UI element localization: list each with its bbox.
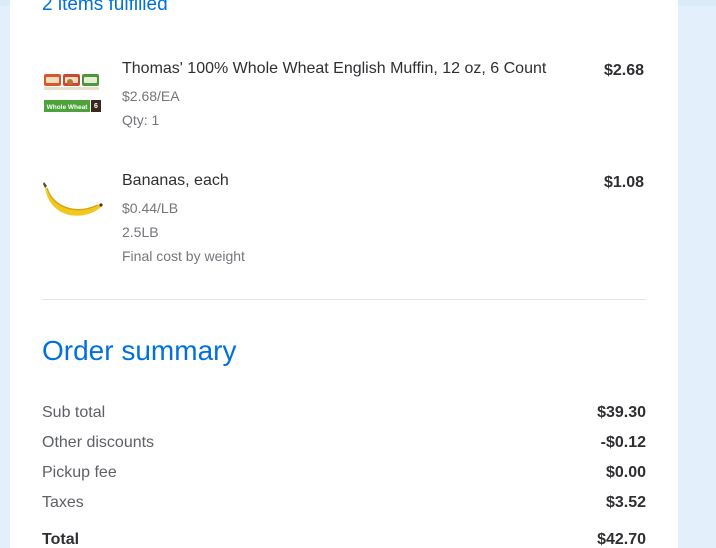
item-weight-note: Final cost by weight xyxy=(122,248,245,264)
summary-label: Taxes xyxy=(42,494,84,511)
section-divider xyxy=(42,299,646,300)
item-name[interactable]: Thomas' 100% Whole Wheat English Muffin,… xyxy=(122,59,546,79)
summary-row-taxes: Taxes $3.52 xyxy=(42,492,646,514)
summary-label: Other discounts xyxy=(42,434,155,451)
summary-value: $3.52 xyxy=(605,494,646,511)
summary-label: Pickup fee xyxy=(42,464,117,481)
total-value: $42.70 xyxy=(597,531,646,548)
item-unit-price: $0.44/LB xyxy=(122,200,179,216)
summary-value: $0.00 xyxy=(605,464,646,481)
summary-row-subtotal: Sub total $39.30 xyxy=(42,402,646,424)
item-weight: 2.5LB xyxy=(122,224,159,240)
summary-value: $39.30 xyxy=(597,404,646,421)
item-unit-price: $2.68/EA xyxy=(122,88,180,104)
total-label: Total xyxy=(42,531,80,548)
summary-label: Sub total xyxy=(42,404,106,421)
order-summary-title: Order summary xyxy=(42,335,237,366)
item-price: $2.68 xyxy=(603,62,644,79)
muffin-thumbnail-label: Whole Wheat xyxy=(47,104,89,111)
summary-row-pickup-fee: Pickup fee $0.00 xyxy=(42,462,646,484)
summary-row-other-discounts: Other discounts -$0.12 xyxy=(42,432,646,454)
item-quantity: Qty: 1 xyxy=(122,112,160,128)
english-muffin-product-image[interactable]: Whole Wheat 6 xyxy=(42,70,104,118)
item-name[interactable]: Bananas, each xyxy=(122,171,229,191)
order-details-card: 2 items fulfilled Whole Wheat 6 Thomas' … xyxy=(10,0,678,548)
fulfilled-items-heading: 2 items fulfilled xyxy=(42,0,168,15)
muffin-thumbnail-count: 6 xyxy=(94,103,98,110)
item-price: $1.08 xyxy=(603,174,644,191)
summary-value: -$0.12 xyxy=(600,434,646,451)
banana-product-image[interactable] xyxy=(42,174,104,222)
summary-row-total: Total $42.70 xyxy=(42,529,646,548)
